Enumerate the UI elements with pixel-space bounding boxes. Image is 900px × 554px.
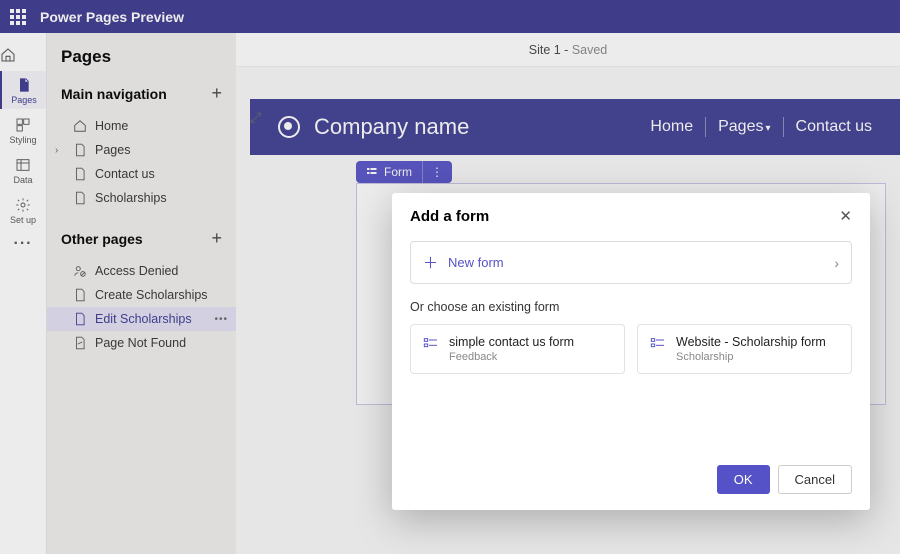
company-logo-icon [278, 116, 300, 138]
page-icon [73, 167, 87, 181]
rail-item-pages[interactable]: Pages [0, 71, 46, 109]
tree-item-edit-scholarships[interactable]: Edit Scholarships ••• [47, 307, 236, 331]
nav-contact[interactable]: Contact us [796, 118, 872, 136]
form-toolbar-more[interactable]: ⋮ [422, 161, 452, 183]
rail-home[interactable] [0, 41, 46, 69]
page-icon [73, 288, 87, 302]
rail-label: Set up [10, 215, 36, 225]
app-topbar: Power Pages Preview [0, 0, 900, 33]
resize-icon[interactable]: ⤢ [250, 109, 261, 126]
form-icon [366, 166, 378, 178]
nav-pages[interactable]: Pages▾ [718, 118, 770, 136]
ok-button[interactable]: OK [717, 465, 770, 494]
plus-icon[interactable]: + [211, 228, 222, 249]
dialog-title: Add a form [410, 208, 489, 225]
form-card-title: Website - Scholarship form [676, 335, 826, 349]
close-icon[interactable]: ✕ [839, 207, 852, 225]
new-form-button[interactable]: ＋ New form › [410, 241, 852, 284]
add-form-dialog: Add a form ✕ ＋ New form › Or choose an e… [392, 193, 870, 510]
rail-label: Data [13, 175, 32, 185]
form-icon [650, 336, 666, 352]
page-broken-icon [73, 336, 87, 350]
divider [783, 117, 784, 137]
main-nav-tree: Home › Pages Contact us Scholarships [47, 110, 236, 222]
more-icon[interactable]: ••• [214, 314, 228, 325]
tree-item-pages[interactable]: › Pages [47, 138, 236, 162]
site-name: Site 1 [529, 43, 561, 57]
tree-label: Pages [95, 143, 130, 157]
tree-label: Contact us [95, 167, 155, 181]
page-icon [73, 312, 87, 326]
styling-icon [15, 117, 31, 133]
cancel-button[interactable]: Cancel [778, 465, 852, 494]
panel-title: Pages [47, 47, 236, 77]
tree-label: Scholarships [95, 191, 167, 205]
home-icon [73, 119, 87, 133]
main-statusbar: Site 1 - Saved [236, 33, 900, 67]
section-label: Main navigation [61, 86, 167, 102]
chevron-right-icon[interactable]: › [55, 145, 58, 156]
data-icon [15, 157, 31, 173]
form-card-sub: Scholarship [676, 351, 826, 363]
rail-label: Styling [9, 135, 36, 145]
tree-item-page-not-found[interactable]: Page Not Found [47, 331, 236, 355]
rail-item-data[interactable]: Data [0, 151, 46, 189]
waffle-icon[interactable] [10, 9, 26, 25]
site-nav: Home Pages▾ Contact us [650, 117, 872, 137]
rail-item-setup[interactable]: Set up [0, 191, 46, 229]
tree-label: Page Not Found [95, 336, 186, 350]
section-other-pages[interactable]: Other pages + [47, 222, 236, 255]
site-header: Company name Home Pages▾ Contact us [250, 99, 900, 155]
page-icon [73, 191, 87, 205]
form-toolbar: Form ⋮ [356, 161, 452, 183]
plus-icon[interactable]: + [211, 83, 222, 104]
home-icon [0, 47, 16, 63]
new-form-label: New form [448, 255, 504, 270]
left-rail: Pages Styling Data Set up ··· [0, 33, 47, 554]
form-icon [423, 336, 439, 352]
divider [705, 117, 706, 137]
form-card-scholarship[interactable]: Website - Scholarship form Scholarship [637, 324, 852, 374]
rail-more[interactable]: ··· [14, 235, 33, 253]
tree-label: Create Scholarships [95, 288, 208, 302]
tree-item-scholarships[interactable]: Scholarships [47, 186, 236, 210]
pages-panel: Pages Main navigation + Home › Pages Con… [47, 33, 236, 554]
tree-label: Edit Scholarships [95, 312, 192, 326]
form-toolbar-label[interactable]: Form [356, 161, 422, 183]
page-icon [73, 143, 87, 157]
tree-label: Access Denied [95, 264, 178, 278]
page-icon [16, 77, 32, 93]
chevron-down-icon: ▾ [765, 123, 770, 134]
tree-item-contact[interactable]: Contact us [47, 162, 236, 186]
tree-item-home[interactable]: Home [47, 114, 236, 138]
tree-item-create-scholarships[interactable]: Create Scholarships [47, 283, 236, 307]
form-card-contact[interactable]: simple contact us form Feedback [410, 324, 625, 374]
rail-label: Pages [11, 95, 37, 105]
rail-item-styling[interactable]: Styling [0, 111, 46, 149]
section-main-nav[interactable]: Main navigation + [47, 77, 236, 110]
company-name: Company name [314, 114, 636, 140]
person-block-icon [73, 264, 87, 278]
gear-icon [15, 197, 31, 213]
tree-label: Home [95, 119, 128, 133]
section-label: Other pages [61, 231, 143, 247]
nav-home[interactable]: Home [650, 118, 693, 136]
chevron-right-icon: › [834, 255, 839, 271]
plus-icon: ＋ [423, 252, 438, 273]
save-status: Saved [572, 43, 607, 57]
other-pages-tree: Access Denied Create Scholarships Edit S… [47, 255, 236, 367]
form-card-title: simple contact us form [449, 335, 574, 349]
app-title: Power Pages Preview [40, 9, 184, 25]
tree-item-access-denied[interactable]: Access Denied [47, 259, 236, 283]
form-card-sub: Feedback [449, 351, 574, 363]
choose-existing-label: Or choose an existing form [410, 300, 852, 314]
